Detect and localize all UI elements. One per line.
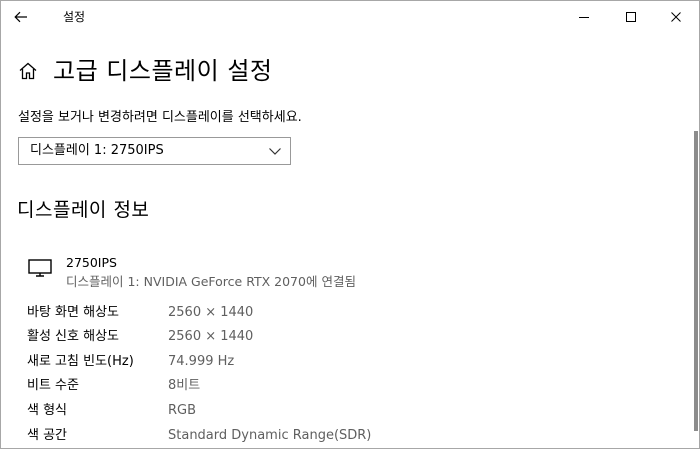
info-label: 색 형식 <box>27 403 68 418</box>
minimize-button[interactable] <box>561 1 607 33</box>
title-bar: 설정 <box>1 1 699 33</box>
info-value: 8비트 <box>168 378 201 393</box>
maximize-button[interactable] <box>608 1 654 33</box>
maximize-icon <box>626 12 636 22</box>
page-heading: 고급 디스플레이 설정 <box>17 55 272 87</box>
display-dropdown-value: 디스플레이 1: 2750IPS <box>30 143 164 158</box>
monitor-connection: 디스플레이 1: NVIDIA GeForce RTX 2070에 연결됨 <box>66 274 356 289</box>
arrow-left-icon <box>14 11 27 23</box>
close-icon <box>671 12 681 22</box>
info-row-bit-depth: 비트 수준 8비트 <box>27 377 687 395</box>
window-title: 설정 <box>63 10 86 24</box>
info-row-refresh-rate: 새로 고침 빈도(Hz) 74.999 Hz <box>27 353 687 371</box>
page-title: 고급 디스플레이 설정 <box>53 57 273 85</box>
monitor-name: 2750IPS <box>66 255 117 270</box>
settings-window: 설정 고급 디스플레이 설정 설정을 보거나 변경하려면 디스플레이를 선택하세… <box>0 0 700 449</box>
info-label: 바탕 화면 해상도 <box>27 305 119 320</box>
info-value: RGB <box>168 403 197 418</box>
info-value: 74.999 Hz <box>168 354 235 369</box>
info-label: 활성 신호 해상도 <box>27 329 119 344</box>
info-value: Standard Dynamic Range(SDR) <box>168 428 372 443</box>
vertical-scrollbar[interactable] <box>694 131 698 431</box>
display-dropdown[interactable]: 디스플레이 1: 2750IPS <box>18 137 291 165</box>
close-button[interactable] <box>653 1 699 33</box>
back-button[interactable] <box>5 1 37 33</box>
info-label: 비트 수준 <box>27 378 79 393</box>
info-row-color-space: 색 공간 Standard Dynamic Range(SDR) <box>27 427 687 445</box>
section-title-display-info: 디스플레이 정보 <box>17 199 150 221</box>
home-icon[interactable] <box>17 60 39 82</box>
instruction-text: 설정을 보거나 변경하려면 디스플레이를 선택하세요. <box>18 110 302 125</box>
info-row-desktop-resolution: 바탕 화면 해상도 2560 × 1440 <box>27 304 687 322</box>
info-label: 새로 고침 빈도(Hz) <box>27 354 134 369</box>
info-value: 2560 × 1440 <box>168 305 254 320</box>
info-row-active-signal-resolution: 활성 신호 해상도 2560 × 1440 <box>27 328 687 346</box>
monitor-icon <box>28 259 52 277</box>
info-value: 2560 × 1440 <box>168 329 254 344</box>
chevron-down-icon <box>269 148 281 155</box>
info-label: 색 공간 <box>27 428 68 443</box>
info-row-color-format: 색 형식 RGB <box>27 402 687 420</box>
minimize-icon <box>579 17 589 18</box>
